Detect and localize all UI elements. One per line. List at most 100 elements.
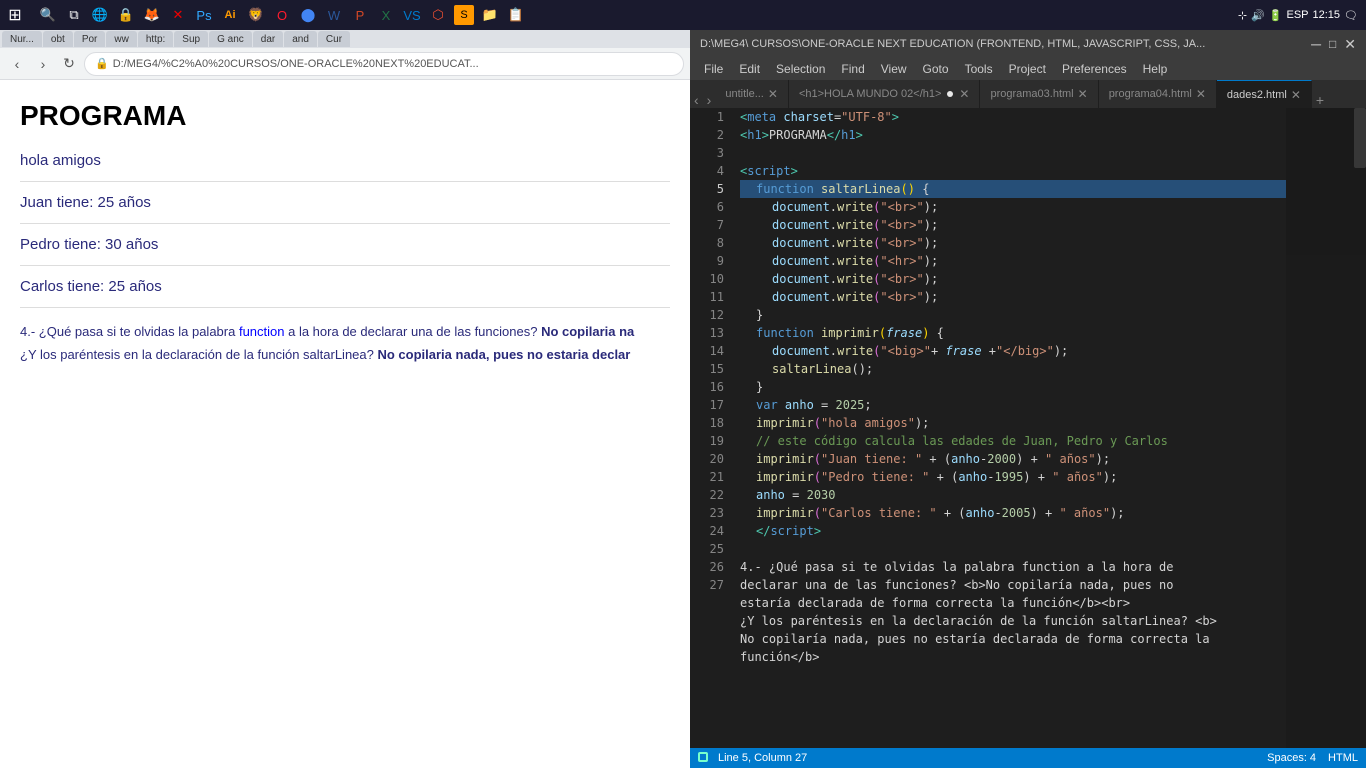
ln-8: 8 <box>690 234 724 252</box>
code-editor-area[interactable]: <meta charset="UTF-8"> <h1>PROGRAMA</h1>… <box>730 108 1286 748</box>
ln-22: 22 <box>690 486 724 504</box>
lock-icon: 🔒 <box>95 57 109 70</box>
taskbar-icon-ai[interactable]: Ai <box>220 5 240 25</box>
menu-selection[interactable]: Selection <box>768 60 833 78</box>
menu-help[interactable]: Help <box>1135 60 1176 78</box>
ln-13: 13 <box>690 324 724 342</box>
browser-tab-10[interactable]: Cur <box>318 31 350 47</box>
code-line-27: ¿Y los paréntesis en la declaración de l… <box>740 612 1286 630</box>
tab-prev[interactable]: ‹ <box>690 92 703 108</box>
browser-tab-2[interactable]: obt <box>43 31 73 47</box>
menu-find[interactable]: Find <box>833 60 872 78</box>
code-line-7: document.write("<br>"); <box>740 216 1286 234</box>
maximize-button[interactable]: □ <box>1329 37 1336 51</box>
browser-chrome: ‹ › ↻ 🔒 D:/MEG4/%C2%A0%20CURSOS/ONE-ORAC… <box>0 48 690 80</box>
question-1: 4.- ¿Qué pasa si te olvidas la palabra f… <box>20 324 670 339</box>
tab-close-untitled[interactable]: ✕ <box>768 87 778 101</box>
ln-9: 9 <box>690 252 724 270</box>
taskbar-icon-taskview[interactable]: ⧉ <box>64 5 84 25</box>
tab-close-dades2[interactable]: ✕ <box>1291 88 1301 102</box>
code-line-4: <script> <box>740 162 1286 180</box>
taskbar-icon-opera[interactable]: O <box>272 5 292 25</box>
tab-close-prog03[interactable]: ✕ <box>1078 87 1088 101</box>
taskbar-icon-vscode[interactable]: VS <box>402 5 422 25</box>
tab-label: programa03.html <box>990 88 1073 100</box>
tab-add[interactable]: + <box>1312 92 1328 108</box>
taskbar-icon-folder[interactable]: 📁 <box>480 5 500 25</box>
ln-6: 6 <box>690 198 724 216</box>
menu-edit[interactable]: Edit <box>731 60 768 78</box>
function-link-1: function <box>239 324 285 339</box>
tab-dades2[interactable]: dades2.html ✕ <box>1217 80 1312 108</box>
menu-tools[interactable]: Tools <box>957 60 1001 78</box>
ln-17: 17 <box>690 396 724 414</box>
taskbar-icon-ie[interactable]: 🌐 <box>90 5 110 25</box>
taskbar-battery[interactable]: 🔋 <box>1269 9 1283 22</box>
taskbar-icon-photoshop[interactable]: Ps <box>194 5 214 25</box>
ln-25: 25 <box>690 540 724 558</box>
status-line-col: Line 5, Column 27 <box>718 752 807 764</box>
browser-tab-9[interactable]: and <box>284 31 317 47</box>
taskbar-network[interactable]: ⊹ <box>1238 9 1247 22</box>
address-bar[interactable]: 🔒 D:/MEG4/%C2%A0%20CURSOS/ONE-ORACLE%20N… <box>84 52 684 76</box>
browser-tab-6[interactable]: Sup <box>174 31 208 47</box>
taskbar-icon-lock[interactable]: 🔒 <box>116 5 136 25</box>
taskbar-sound[interactable]: 🔊 <box>1251 9 1265 22</box>
forward-button[interactable]: › <box>32 53 54 75</box>
start-button[interactable]: ⊞ <box>0 0 30 30</box>
taskbar: ⊞ 🔍 ⧉ 🌐 🔒 🦊 ✕ Ps Ai 🦁 O ⬤ W P X VS ⬡ S 📁… <box>0 0 1366 30</box>
line-numbers: 1 2 3 4 5 6 7 8 9 10 11 12 13 14 15 16 1… <box>690 108 730 748</box>
ln-20: 20 <box>690 450 724 468</box>
browser-tab-1[interactable]: Nur... <box>2 31 42 47</box>
taskbar-icon-git[interactable]: ⬡ <box>428 5 448 25</box>
tab-programa03[interactable]: programa03.html ✕ <box>980 80 1098 108</box>
menu-file[interactable]: File <box>696 60 731 78</box>
refresh-button[interactable]: ↻ <box>58 53 80 75</box>
taskbar-icon-pp[interactable]: P <box>350 5 370 25</box>
menu-goto[interactable]: Goto <box>915 60 957 78</box>
vscode-title-text: D:\MEG4\ CURSOS\ONE-ORACLE NEXT EDUCATIO… <box>700 38 1303 50</box>
code-line-5: function saltarLinea() { <box>740 180 1286 198</box>
ln-15: 15 <box>690 360 724 378</box>
tab-programa04[interactable]: programa04.html ✕ <box>1099 80 1217 108</box>
close-button[interactable]: ✕ <box>1344 36 1356 53</box>
browser-tab-3[interactable]: Por <box>74 31 106 47</box>
menu-view[interactable]: View <box>873 60 915 78</box>
taskbar-icon-firefox[interactable]: 🦊 <box>142 5 162 25</box>
back-button[interactable]: ‹ <box>6 53 28 75</box>
menu-project[interactable]: Project <box>1001 60 1054 78</box>
minimize-button[interactable]: ─ <box>1311 36 1321 52</box>
menu-preferences[interactable]: Preferences <box>1054 60 1135 78</box>
tab-label: <h1>HOLA MUNDO 02</h1> <box>799 88 941 100</box>
line-juan: Juan tiene: 25 años <box>20 194 670 211</box>
code-line-26: 4.- ¿Qué pasa si te olvidas la palabra f… <box>740 558 1286 576</box>
taskbar-lang: ESP <box>1286 9 1308 21</box>
line-hola: hola amigos <box>20 152 670 169</box>
browser-tab-7[interactable]: G anc <box>209 31 252 47</box>
ln-26: 26 <box>690 558 724 576</box>
tab-close-prog04[interactable]: ✕ <box>1196 87 1206 101</box>
taskbar-icon-misc[interactable]: 📋 <box>506 5 526 25</box>
taskbar-icon-s[interactable]: S <box>454 5 474 25</box>
taskbar-icon-excel[interactable]: X <box>376 5 396 25</box>
browser-tab-5[interactable]: http: <box>138 31 173 47</box>
status-lang: HTML <box>1328 752 1358 764</box>
taskbar-icon-x[interactable]: ✕ <box>168 5 188 25</box>
line-carlos: Carlos tiene: 25 años <box>20 278 670 295</box>
tab-untitled[interactable]: untitle... ✕ <box>715 80 789 108</box>
line-pedro: Pedro tiene: 30 años <box>20 236 670 253</box>
code-line-27b: No copilaría nada, pues no estaría decla… <box>740 630 1286 648</box>
tab-close-hola[interactable]: ✕ <box>959 87 969 101</box>
taskbar-icon-chrome[interactable]: ⬤ <box>298 5 318 25</box>
vscode-titlebar: D:\MEG4\ CURSOS\ONE-ORACLE NEXT EDUCATIO… <box>690 30 1366 58</box>
taskbar-icon-brave[interactable]: 🦁 <box>246 5 266 25</box>
browser-tab-4[interactable]: ww <box>106 31 136 47</box>
tab-next[interactable]: › <box>703 92 716 108</box>
taskbar-icon-word[interactable]: W <box>324 5 344 25</box>
tab-label: dades2.html <box>1227 89 1287 101</box>
tab-hola-mundo[interactable]: <h1>HOLA MUNDO 02</h1> ✕ <box>789 80 981 108</box>
browser-tab-8[interactable]: dar <box>253 31 283 47</box>
taskbar-icon-search[interactable]: 🔍 <box>38 5 58 25</box>
taskbar-notification[interactable]: 🗨 <box>1344 9 1358 22</box>
status-spaces: Spaces: 4 <box>1267 752 1316 764</box>
